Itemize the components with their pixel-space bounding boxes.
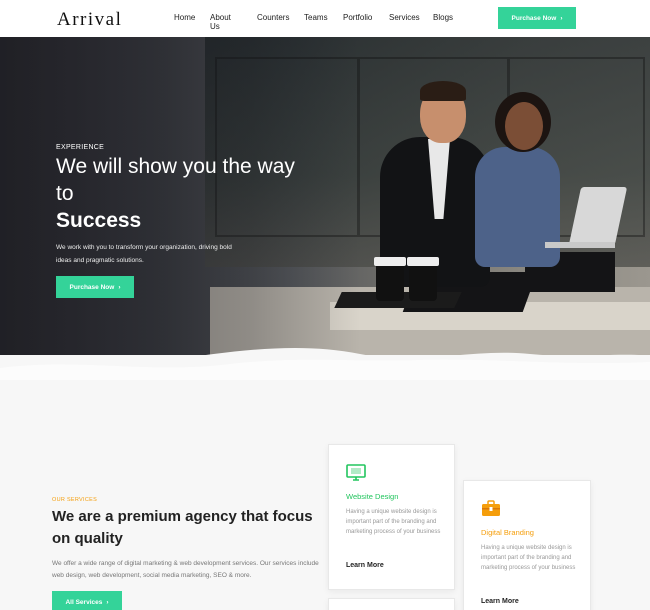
hero-description: We work with you to transform your organ…: [56, 244, 232, 264]
nav-item-services[interactable]: Services: [389, 13, 420, 22]
hero-title: We will show you the way to Success: [56, 153, 316, 234]
nav-item-about-us[interactable]: About Us: [210, 13, 231, 31]
service-card-partial: [328, 598, 455, 610]
services-title: We are a premium agency that focus on qu…: [52, 508, 313, 547]
services-kicker: OUR SERVICES: [52, 497, 98, 503]
service-card-title: Website Design: [346, 492, 399, 501]
service-card-digital-branding: Digital Branding Having a unique website…: [463, 480, 591, 610]
nav-item-blogs[interactable]: Blogs: [433, 13, 453, 22]
chevron-right-icon: ›: [106, 598, 109, 606]
service-card-website-design: Website Design Having a unique website d…: [328, 444, 455, 590]
service-card-description: Having a unique website design is import…: [481, 545, 576, 571]
wave-divider: [0, 347, 650, 380]
nav-item-portfolio[interactable]: Portfolio: [343, 13, 372, 22]
hero-section: EXPERIENCE We will show you the way to S…: [0, 37, 650, 355]
services-description: We offer a wide range of digital marketi…: [52, 560, 319, 579]
hero-purchase-label: Purchase Now: [69, 283, 115, 291]
learn-more-link[interactable]: Learn More: [481, 598, 519, 605]
all-services-label: All Services: [65, 598, 103, 606]
site-header: Arrival Home About Us Counters Teams Por…: [0, 0, 650, 37]
header-purchase-label: Purchase Now: [511, 14, 557, 22]
nav-item-home[interactable]: Home: [174, 13, 195, 22]
nav-item-teams[interactable]: Teams: [304, 13, 328, 22]
monitor-icon: [346, 464, 366, 481]
header-purchase-button[interactable]: Purchase Now ›: [498, 7, 576, 29]
hero-purchase-button[interactable]: Purchase Now ›: [56, 276, 134, 298]
chevron-right-icon: ›: [560, 14, 563, 22]
logo[interactable]: Arrival: [57, 9, 122, 31]
hero-kicker: EXPERIENCE: [56, 144, 105, 151]
learn-more-link[interactable]: Learn More: [346, 562, 384, 569]
service-card-description: Having a unique website design is import…: [346, 509, 441, 535]
hero-title-line: We will show you the way to: [56, 155, 295, 205]
briefcase-icon: [482, 500, 500, 516]
service-card-title: Digital Branding: [481, 528, 534, 537]
hero-title-bold: Success: [56, 209, 142, 232]
all-services-button[interactable]: All Services ›: [52, 591, 122, 610]
chevron-right-icon: ›: [118, 283, 121, 291]
nav-item-counters[interactable]: Counters: [257, 13, 289, 22]
